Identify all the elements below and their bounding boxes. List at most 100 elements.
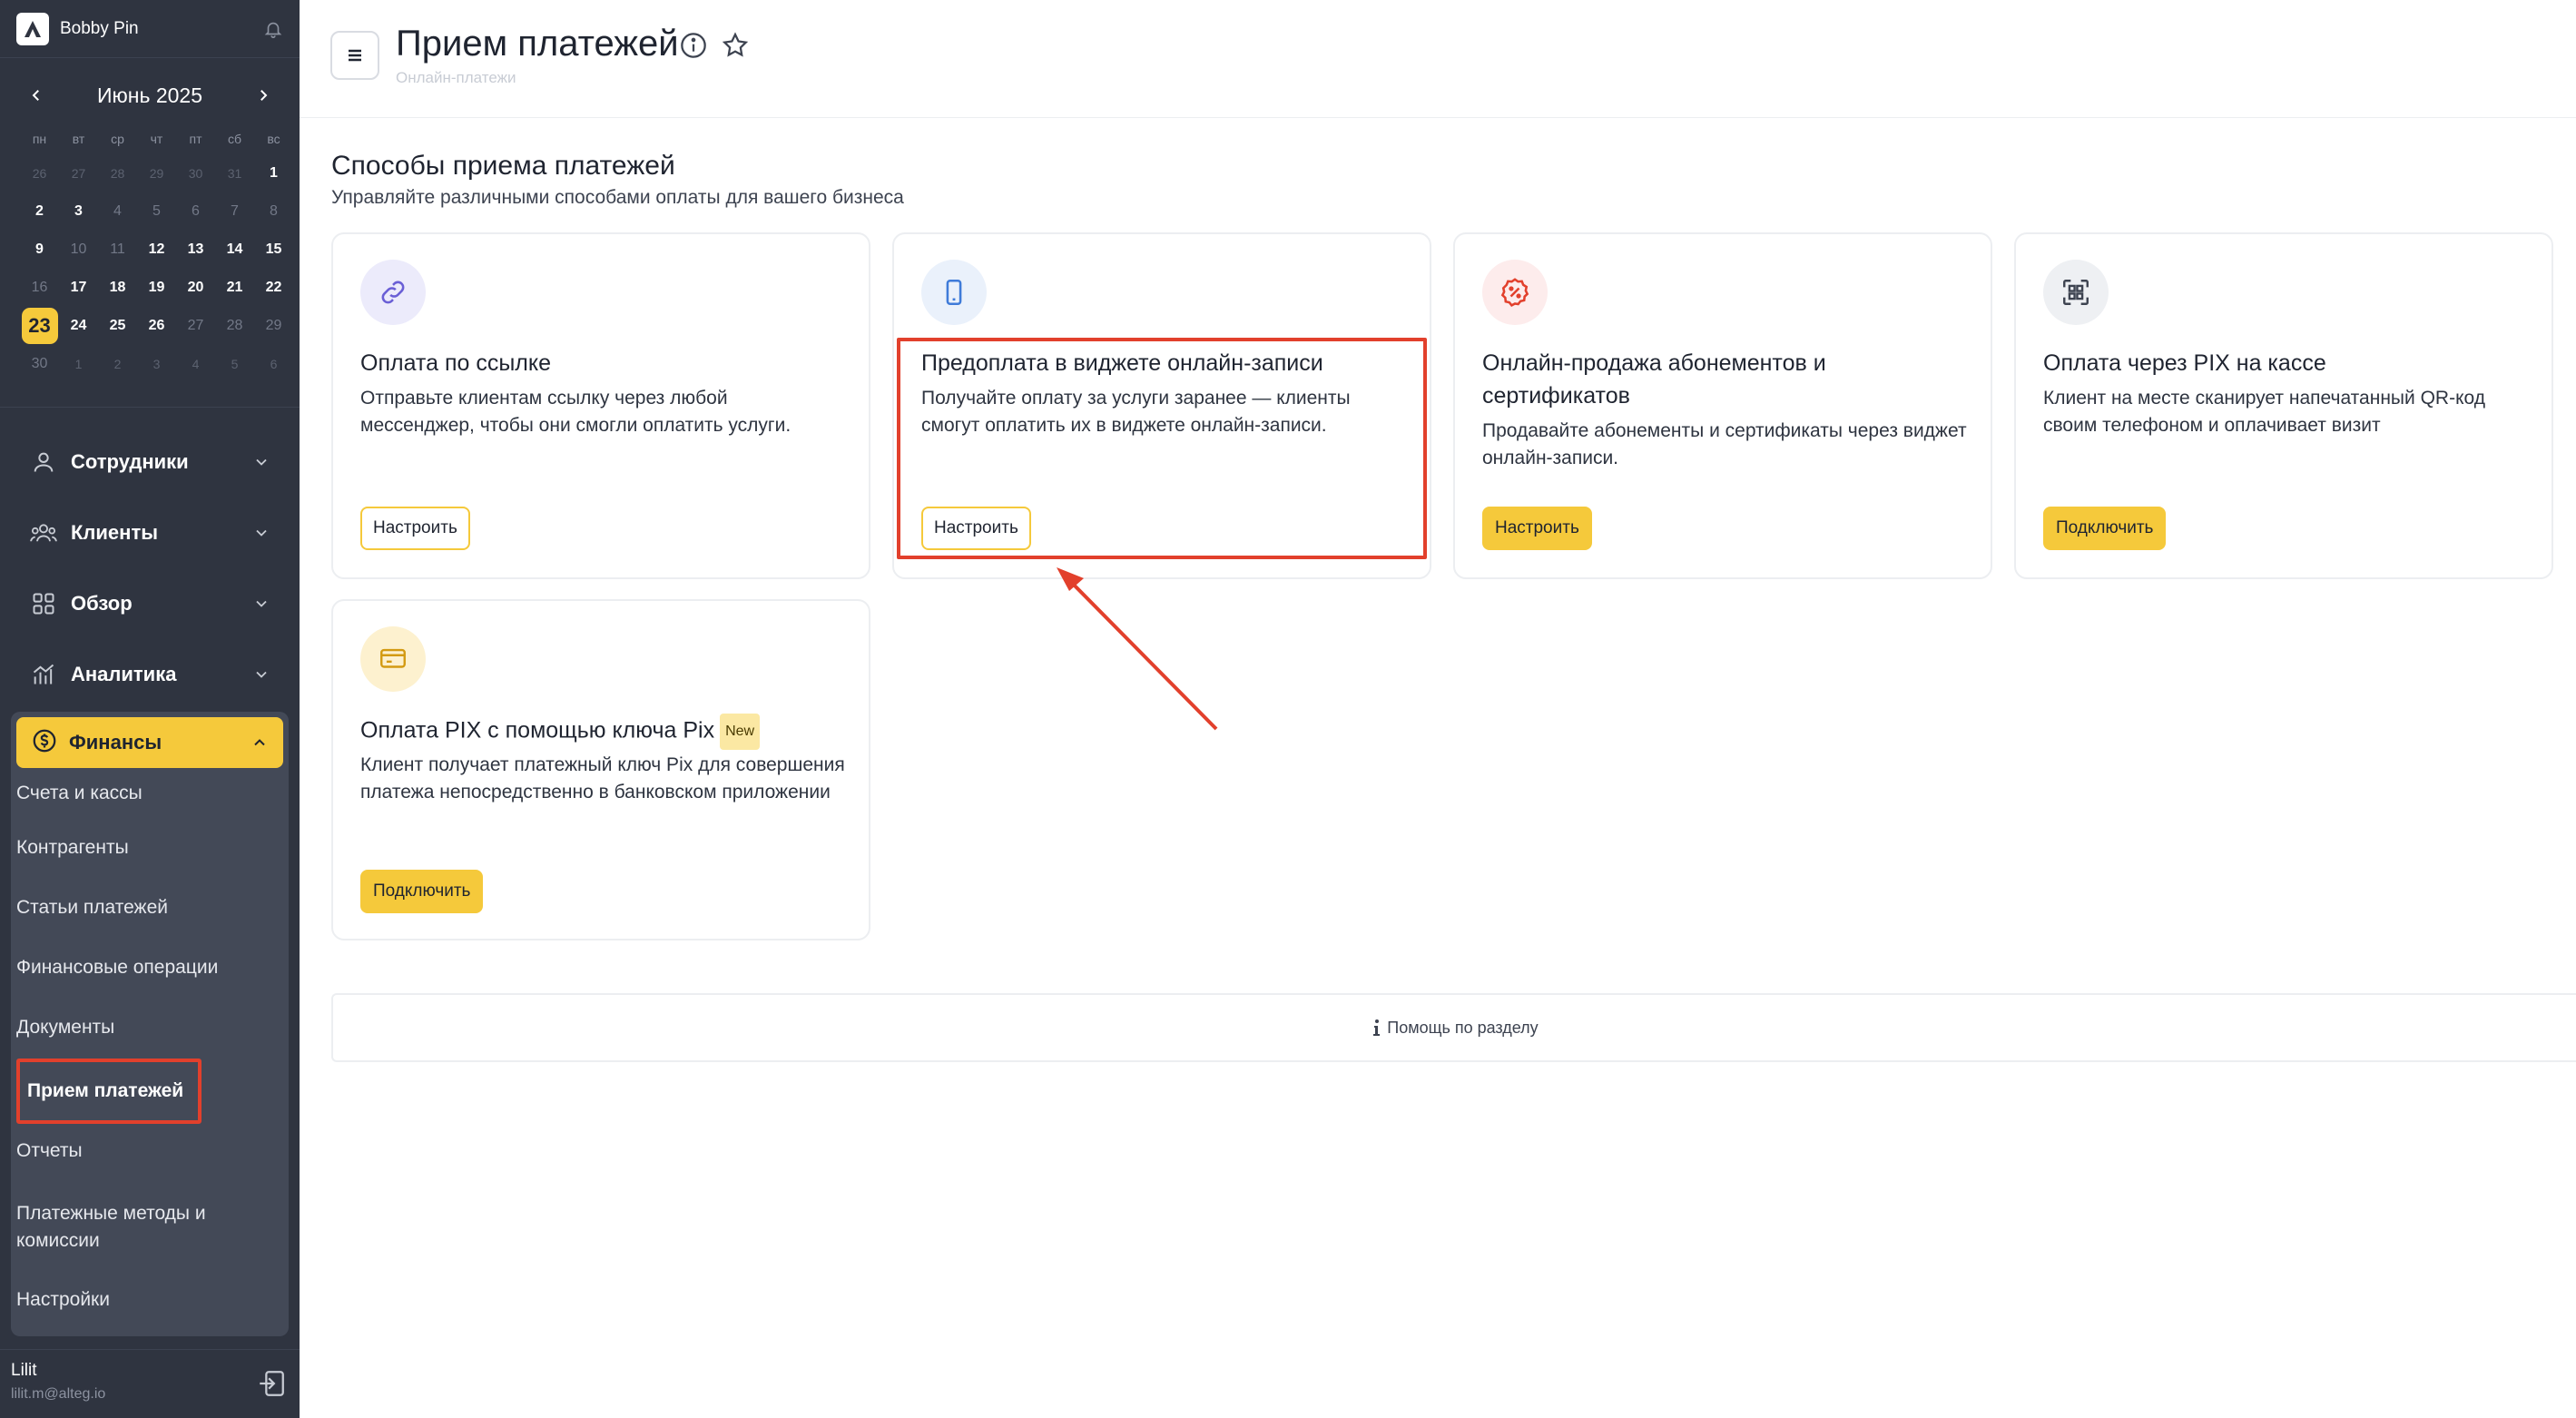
calendar-day[interactable]: 18 xyxy=(98,269,137,307)
subnav-payment-methods[interactable]: Платежные методы и комиссии xyxy=(16,1200,206,1255)
calendar-day[interactable]: 19 xyxy=(137,269,176,307)
calendar-day[interactable]: 25 xyxy=(98,307,137,345)
configure-button[interactable]: Настроить xyxy=(360,507,470,550)
section-subtitle: Управляйте различными способами оплаты д… xyxy=(331,187,904,208)
calendar-day[interactable]: 13 xyxy=(176,231,215,269)
calendar-day[interactable]: 30 xyxy=(176,154,215,192)
calendar-day[interactable]: 2 xyxy=(20,192,59,231)
info-icon xyxy=(1373,1019,1381,1036)
phone-icon xyxy=(946,279,962,306)
calendar-day[interactable]: 1 xyxy=(254,154,293,192)
calendar-day-number: 27 xyxy=(187,318,204,333)
annotation-arrow xyxy=(1057,567,1218,731)
menu-toggle-button[interactable] xyxy=(330,31,379,80)
calendar-day[interactable]: 3 xyxy=(59,192,98,231)
subnav-reports[interactable]: Отчеты xyxy=(16,1140,83,1162)
card-pix-key: Оплата PIX с помощью ключа Pix New Клиент… xyxy=(331,599,870,940)
calendar-day-number: 1 xyxy=(270,165,278,181)
calendar-day[interactable]: 26 xyxy=(20,154,59,192)
calendar-day-today[interactable]: 23 xyxy=(20,307,59,345)
calendar-day-number: 25 xyxy=(109,318,126,333)
calendar-day[interactable]: 4 xyxy=(98,192,137,231)
configure-button[interactable]: Настроить xyxy=(1482,507,1592,550)
app-logo[interactable] xyxy=(16,12,49,45)
calendar-day[interactable]: 27 xyxy=(59,154,98,192)
calendar-day[interactable]: 6 xyxy=(254,345,293,383)
logout-icon[interactable] xyxy=(256,1368,287,1399)
calendar-day[interactable]: 22 xyxy=(254,269,293,307)
calendar-day[interactable]: 15 xyxy=(254,231,293,269)
calendar-day[interactable]: 31 xyxy=(215,154,254,192)
calendar-day[interactable]: 10 xyxy=(59,231,98,269)
subnav-documents[interactable]: Документы xyxy=(16,1017,114,1039)
calendar-day[interactable]: 29 xyxy=(254,307,293,345)
calendar-weekday: сб xyxy=(227,132,242,146)
calendar-day[interactable]: 17 xyxy=(59,269,98,307)
calendar-day-number: 1 xyxy=(74,357,83,371)
calendar-day[interactable]: 29 xyxy=(137,154,176,192)
calendar-day[interactable]: 20 xyxy=(176,269,215,307)
calendar-day[interactable]: 27 xyxy=(176,307,215,345)
calendar-day-number: 16 xyxy=(31,280,48,295)
star-icon[interactable] xyxy=(721,31,750,60)
calendar-month-label[interactable]: Июнь 2025 xyxy=(97,84,202,108)
calendar-day[interactable]: 7 xyxy=(215,192,254,231)
help-section-link[interactable]: Помощь по разделу xyxy=(331,993,2576,1062)
card-icon-wrap xyxy=(360,626,426,692)
calendar-day[interactable]: 28 xyxy=(98,154,137,192)
discount-badge-icon xyxy=(1500,278,1529,308)
breadcrumb[interactable]: Онлайн-платежи xyxy=(396,69,516,87)
card-icon-wrap xyxy=(921,260,987,325)
nav-item-staff[interactable]: Сотрудники xyxy=(0,427,300,497)
card-icon-wrap xyxy=(360,260,426,325)
calendar-day[interactable]: 4 xyxy=(176,345,215,383)
card-pix-cashier: Оплата через PIX на кассе Клиент на мест… xyxy=(2014,232,2553,579)
connect-button[interactable]: Подключить xyxy=(360,870,484,913)
calendar-day[interactable]: 5 xyxy=(137,192,176,231)
calendar-day[interactable]: 14 xyxy=(215,231,254,269)
calendar-day-number: 11 xyxy=(110,241,125,257)
calendar-day[interactable]: 21 xyxy=(215,269,254,307)
calendar-day-number: 28 xyxy=(110,166,125,181)
subnav-counterparties[interactable]: Контрагенты xyxy=(16,837,129,859)
calendar-day[interactable]: 6 xyxy=(176,192,215,231)
company-name[interactable]: Bobby Pin xyxy=(60,19,263,39)
calendar-day-number: 18 xyxy=(109,280,126,295)
calendar-day[interactable]: 9 xyxy=(20,231,59,269)
subnav-operations[interactable]: Финансовые операции xyxy=(16,957,218,979)
calendar-day-number: 23 xyxy=(21,308,58,344)
info-icon[interactable] xyxy=(679,31,708,60)
subnav-settings[interactable]: Настройки xyxy=(16,1289,110,1311)
nav-label: Аналитика xyxy=(71,663,177,685)
nav-item-finance[interactable]: Финансы xyxy=(16,717,283,768)
calendar-day[interactable]: 1 xyxy=(59,345,98,383)
calendar-day[interactable]: 28 xyxy=(215,307,254,345)
subnav-accounts[interactable]: Счета и кассы xyxy=(16,783,143,804)
calendar-day-number: 29 xyxy=(149,166,164,181)
subnav-payment-items[interactable]: Статьи платежей xyxy=(16,897,168,919)
calendar-day[interactable]: 30 xyxy=(20,345,59,383)
calendar-day[interactable]: 16 xyxy=(20,269,59,307)
chevron-down-icon xyxy=(256,529,267,537)
card-title: Онлайн-продажа абонементов и сертификато… xyxy=(1482,350,1826,409)
calendar-day[interactable]: 12 xyxy=(137,231,176,269)
calendar-day-number: 21 xyxy=(226,280,243,295)
next-month-button[interactable] xyxy=(247,79,280,112)
calendar-day-number: 4 xyxy=(192,357,200,371)
calendar-day[interactable]: 3 xyxy=(137,345,176,383)
calendar-day[interactable]: 11 xyxy=(98,231,137,269)
calendar-day[interactable]: 2 xyxy=(98,345,137,383)
calendar-day[interactable]: 5 xyxy=(215,345,254,383)
calendar-day[interactable]: 24 xyxy=(59,307,98,345)
prev-month-button[interactable] xyxy=(20,79,53,112)
connect-button[interactable]: Подключить xyxy=(2043,507,2167,550)
sidebar: Bobby Pin Июнь 2025 пн вт ср чт пт сб вс 26 27 28… xyxy=(0,0,300,1418)
nav-item-clients[interactable]: Клиенты xyxy=(0,497,300,568)
calendar-day[interactable]: 26 xyxy=(137,307,176,345)
nav-item-analytics[interactable]: Аналитика xyxy=(0,639,300,710)
calendar-day-number: 6 xyxy=(270,357,278,371)
bell-icon[interactable] xyxy=(263,19,283,39)
calendar-day[interactable]: 8 xyxy=(254,192,293,231)
nav-item-overview[interactable]: Обзор xyxy=(0,568,300,639)
calendar-day-number: 10 xyxy=(70,241,87,257)
